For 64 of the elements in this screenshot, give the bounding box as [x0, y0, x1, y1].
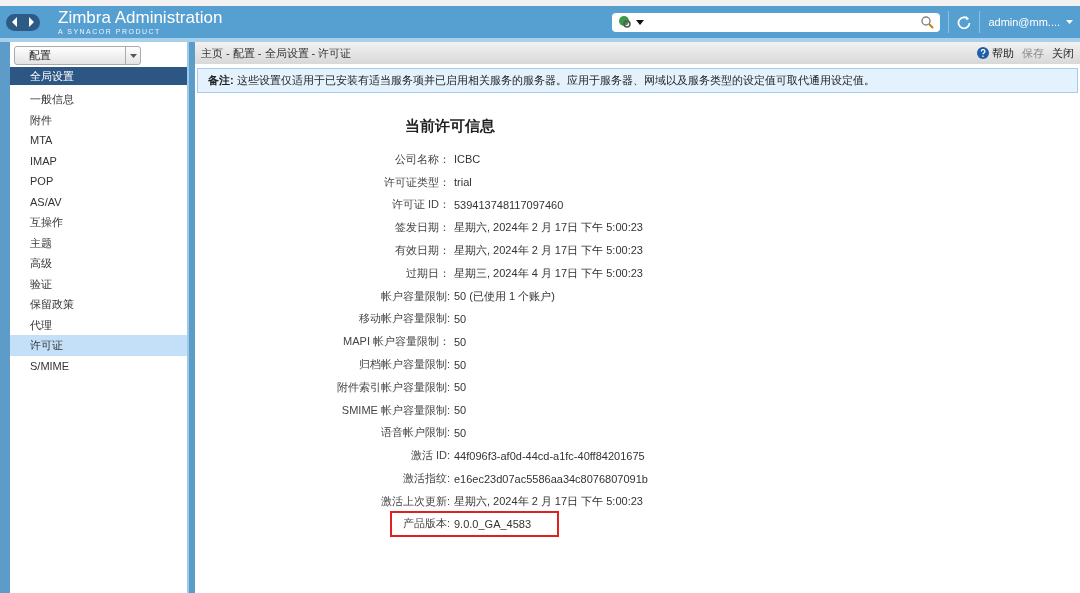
field-label: SMIME 帐户容量限制: — [340, 402, 451, 418]
field-value: 44f096f3-af0d-44cd-a1fc-40ff84201675 — [454, 449, 645, 462]
field-label: 签发日期： — [394, 220, 451, 236]
field-label: 帐户容量限制: — [379, 288, 451, 304]
field-value: trial — [454, 176, 472, 189]
field-label: 激活上次更新: — [379, 493, 451, 509]
sidebar-item[interactable]: 附件 — [10, 109, 187, 130]
toolbar-action[interactable]: 帮助 — [977, 45, 1014, 61]
field-value: 50 — [454, 381, 467, 394]
field-value: 539413748117097460 — [454, 199, 564, 211]
field-label: 过期日： — [405, 265, 451, 281]
field-value: e16ec23d07ac5586aa34c8076807091b — [454, 472, 648, 485]
field-label: 有效日期： — [394, 243, 451, 259]
field-value: 50 — [454, 358, 467, 371]
app-title: Zimbra Administration — [58, 9, 223, 26]
field-label: 移动帐户容量限制: — [357, 311, 451, 327]
field-label: 许可证 ID： — [390, 197, 451, 213]
sidebar-section-header[interactable]: 全局设置 — [10, 67, 187, 85]
sidebar-item[interactable]: 主题 — [10, 232, 187, 253]
search-field[interactable] — [612, 12, 941, 32]
sidebar-item[interactable]: 验证 — [10, 273, 187, 294]
sidebar-item[interactable]: 高级 — [10, 253, 187, 274]
caret-icon[interactable] — [636, 19, 645, 25]
refresh-icon[interactable] — [957, 15, 972, 29]
section-title: 当前许可信息 — [405, 117, 496, 136]
field-value: 星期六, 2024年 2 月 17日 下午 5:00:23 — [454, 220, 643, 236]
sidebar-item[interactable]: 保留政策 — [10, 294, 187, 315]
field-label: 产品版本: — [401, 516, 451, 532]
toolbar-action[interactable]: 关闭 — [1052, 45, 1074, 61]
field-value: 星期六, 2024年 2 月 17日 下午 5:00:23 — [454, 243, 643, 259]
field-value: 50 — [454, 312, 467, 325]
sidebar-item[interactable]: 互操作 — [10, 212, 187, 233]
breadcrumb: 主页 - 配置 - 全局设置 - 许可证 — [201, 45, 353, 61]
field-value: 50 — [454, 426, 467, 439]
sidebar-item[interactable]: AS/AV — [10, 191, 187, 212]
back-forward-buttons[interactable] — [6, 13, 40, 31]
navigation-dropdown[interactable]: 配置 — [14, 46, 141, 65]
sidebar-item[interactable]: S/MIME — [10, 355, 187, 376]
field-label: 公司名称： — [394, 151, 451, 167]
sidebar-item[interactable]: MTA — [10, 130, 187, 151]
field-value: 星期三, 2024年 4 月 17日 下午 5:00:23 — [454, 265, 643, 281]
field-value: 9.0.0_GA_4583 — [454, 517, 532, 530]
field-label: 激活指纹: — [401, 471, 451, 487]
field-value: 50 — [454, 335, 467, 348]
field-label: 语音帐户限制: — [379, 425, 451, 441]
search-icon[interactable] — [921, 15, 935, 29]
field-value: 50 (已使用 1 个账户) — [454, 288, 555, 304]
sidebar-item[interactable]: IMAP — [10, 150, 187, 171]
note-banner: 备注: 这些设置仅适用于已安装有适当服务项并已启用相关服务的服务器。应用于服务器、网域以及服务类型的设定值可取代通用设定值。 — [197, 68, 1078, 93]
help-icon[interactable] — [977, 47, 989, 59]
caret-icon[interactable] — [129, 53, 137, 58]
field-value: ICBC — [454, 153, 481, 166]
globe-search-icon[interactable] — [618, 15, 633, 29]
field-value: 50 — [454, 404, 467, 417]
field-label: 归档帐户容量限制: — [357, 357, 451, 373]
sidebar-item[interactable]: 一般信息 — [10, 89, 187, 110]
field-label: 激活 ID: — [409, 448, 451, 464]
sidebar-item[interactable]: POP — [10, 171, 187, 192]
field-value: 星期六, 2024年 2 月 17日 下午 5:00:23 — [454, 493, 643, 509]
field-label: 附件索引帐户容量限制: — [335, 379, 451, 395]
field-label: 许可证类型： — [383, 174, 451, 190]
field-label: MAPI 帐户容量限制： — [342, 334, 451, 350]
sidebar-item[interactable]: 代理 — [10, 314, 187, 335]
sidebar-item[interactable]: 许可证 — [10, 335, 187, 356]
